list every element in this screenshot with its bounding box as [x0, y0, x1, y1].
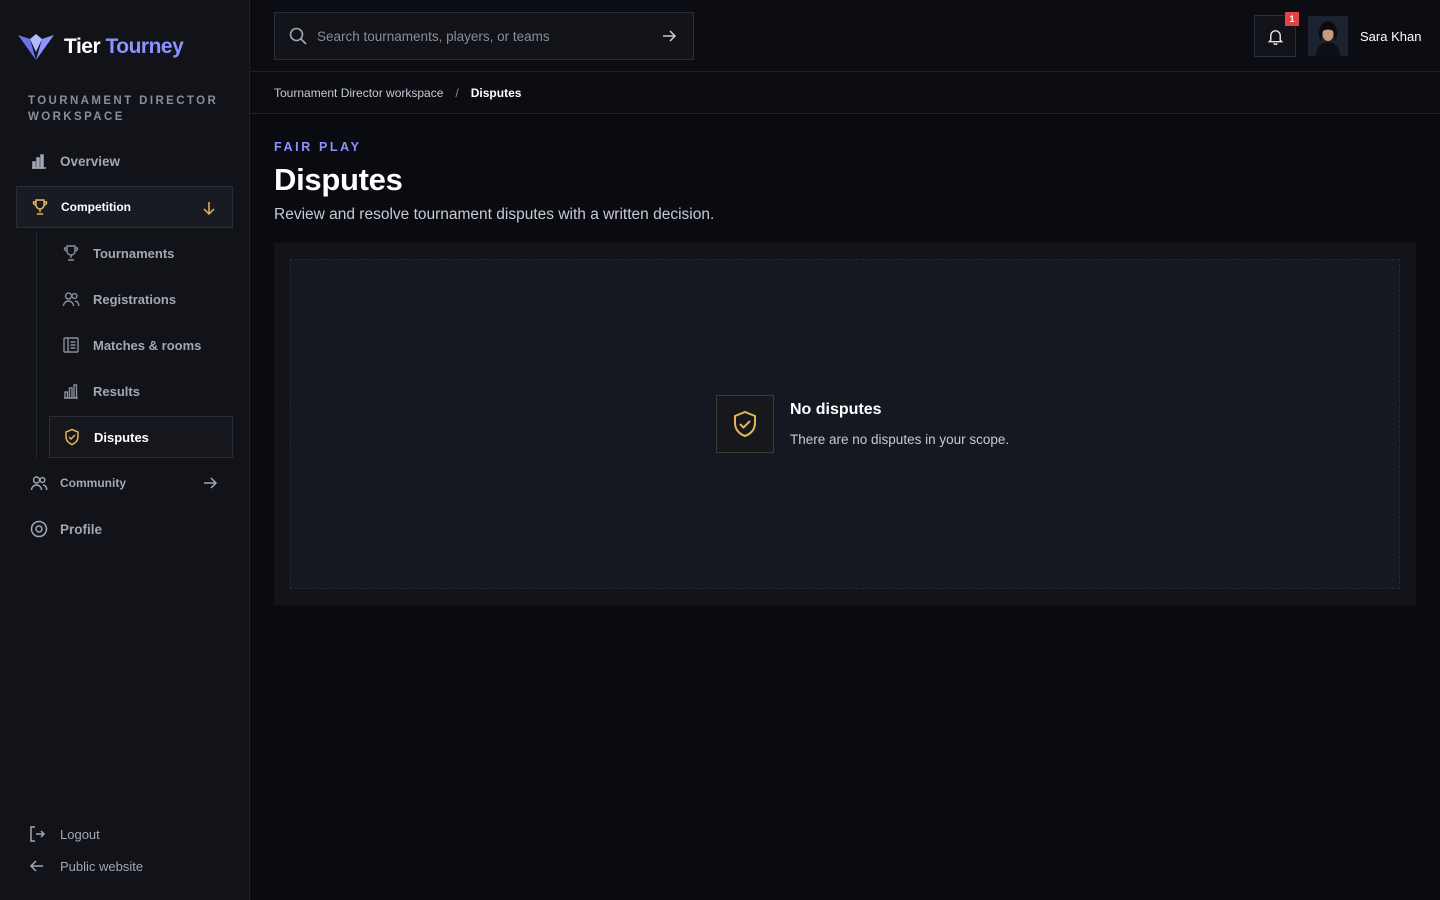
nav-profile[interactable]: Profile	[16, 508, 233, 550]
breadcrumb: Tournament Director workspace / Disputes	[250, 72, 1440, 114]
bar-chart-icon	[62, 382, 80, 400]
bell-icon	[1267, 29, 1283, 45]
workspace-label: TOURNAMENT DIRECTOR WORKSPACE	[28, 95, 219, 123]
shield-check-icon	[734, 410, 756, 438]
sidebar-item-label: Results	[93, 383, 140, 399]
arrow-left-icon	[29, 860, 43, 872]
brand-name-part1: Tier	[64, 35, 101, 58]
shield-check-icon	[63, 428, 81, 446]
user-name[interactable]: Sara Khan	[1360, 29, 1421, 44]
breadcrumb-separator: /	[455, 86, 459, 100]
notifications-button[interactable]: 1	[1254, 12, 1299, 57]
section-eyebrow: FAIR PLAY	[274, 140, 362, 154]
sidebar-item-label: Tournaments	[93, 245, 175, 261]
nav-community[interactable]: Community	[16, 462, 233, 504]
sidebar-item-registrations[interactable]: Registrations	[49, 278, 233, 320]
submenu-guide-line	[36, 232, 37, 458]
tier-tourney-logo-icon	[18, 34, 54, 60]
empty-state: No disputes There are no disputes in you…	[290, 259, 1400, 589]
list-icon	[62, 336, 80, 354]
nav-community-label: Community	[60, 476, 126, 490]
sidebar: Tier Tourney TOURNAMENT DIRECTOR WORKSPA…	[0, 0, 250, 900]
sidebar-item-label: Disputes	[94, 429, 149, 445]
sidebar-item-results[interactable]: Results	[49, 370, 233, 412]
topbar: 1 Sara Khan	[250, 0, 1440, 72]
sidebar-item-label: Registrations	[93, 291, 177, 307]
breadcrumb-current: Disputes	[470, 86, 522, 100]
public-website-label: Public website	[60, 858, 144, 874]
page-title: Disputes	[274, 162, 403, 197]
notification-badge: 1	[1285, 12, 1299, 26]
page-subtitle: Review and resolve tournament disputes w…	[274, 206, 715, 223]
brand-logo[interactable]: Tier Tourney	[16, 30, 184, 64]
logout-link[interactable]: Logout	[28, 825, 100, 843]
logout-label: Logout	[60, 826, 100, 842]
logout-icon	[30, 826, 46, 842]
nav-competition[interactable]: Competition	[16, 186, 233, 228]
nav-overview-label: Overview	[60, 153, 121, 169]
public-website-link[interactable]: Public website	[28, 857, 143, 875]
nav-competition-label: Competition	[61, 200, 131, 214]
breadcrumb-root[interactable]: Tournament Director workspace	[274, 86, 443, 100]
arrow-right-icon[interactable]	[201, 474, 219, 492]
search-icon	[289, 27, 307, 45]
users-icon	[62, 290, 80, 308]
nav-profile-label: Profile	[60, 521, 103, 537]
user-avatar-icon	[1308, 16, 1348, 56]
trophy-icon	[31, 198, 49, 216]
empty-state-icon-box	[716, 395, 774, 453]
avatar[interactable]	[1308, 16, 1348, 56]
brand-name-part2: Tourney	[105, 35, 184, 58]
sidebar-item-label: Matches & rooms	[93, 337, 202, 353]
empty-state-text: There are no disputes in your scope.	[790, 432, 1010, 447]
sidebar-item-tournaments[interactable]: Tournaments	[49, 232, 233, 274]
bar-chart-icon	[30, 152, 48, 170]
users-icon	[30, 474, 48, 492]
search-bar[interactable]	[274, 12, 694, 60]
arrow-down-icon[interactable]	[200, 199, 218, 217]
gear-icon	[30, 520, 48, 538]
empty-state-title: No disputes	[790, 401, 882, 418]
trophy-icon	[62, 244, 80, 262]
sidebar-item-matches-rooms[interactable]: Matches & rooms	[49, 324, 233, 366]
search-submit-arrow-icon[interactable]	[660, 27, 678, 45]
search-input[interactable]	[308, 13, 660, 59]
sidebar-item-disputes[interactable]: Disputes	[49, 416, 233, 458]
nav-overview[interactable]: Overview	[16, 140, 233, 182]
disputes-panel: No disputes There are no disputes in you…	[274, 243, 1416, 605]
